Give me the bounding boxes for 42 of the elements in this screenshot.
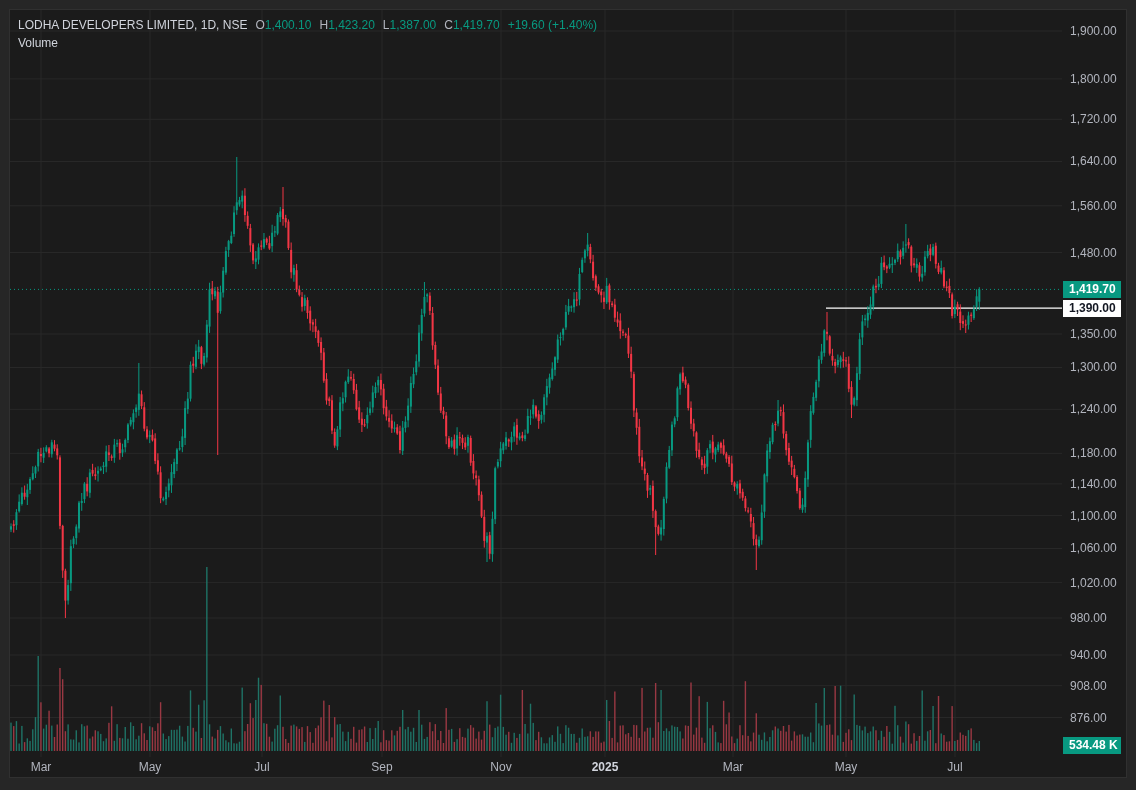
legend-symbol: LODHA DEVELOPERS LIMITED, 1D, NSE <box>18 17 248 34</box>
price-axis-label: 940.00 <box>1070 647 1107 663</box>
legend-change: +19.60 (+1.40%) <box>507 17 598 34</box>
legend-field-value: 1,423.20 <box>328 17 375 34</box>
legend-field-label: C <box>444 17 453 34</box>
price-axis-label: 908.00 <box>1070 677 1107 694</box>
price-axis-label: 1,800.00 <box>1070 70 1117 87</box>
legend-field-value: 1,387.00 <box>389 17 437 34</box>
time-axis-label: May <box>834 759 858 776</box>
time-axis-label: May <box>138 759 162 776</box>
time-axis-label: Sep <box>371 759 393 776</box>
price-axis-label: 876.00 <box>1070 709 1107 726</box>
horizontal-ray-line[interactable] <box>825 307 1062 309</box>
volume-value-tag: 534.48 K <box>1063 736 1121 754</box>
price-axis-label: 1,640.00 <box>1070 153 1117 170</box>
price-axis-label: 1,100.00 <box>1070 507 1117 524</box>
price-axis-label: 1,180.00 <box>1070 445 1117 462</box>
time-axis-label: Mar <box>722 759 744 776</box>
line-price-tag: 1,390.00 <box>1063 299 1121 317</box>
price-axis-label: 1,240.00 <box>1070 401 1117 418</box>
price-axis-label: 1,020.00 <box>1070 574 1117 591</box>
indicator-label: Volume <box>18 35 59 52</box>
price-axis-label: 980.00 <box>1070 610 1107 627</box>
last-price-tag: 1,419.70 <box>1063 280 1121 298</box>
legend-field-value: 1,400.10 <box>264 17 312 34</box>
legend-field-label: H <box>319 17 329 34</box>
price-axis-label: 1,480.00 <box>1070 244 1117 261</box>
time-axis-label: Jul <box>254 759 270 776</box>
price-axis-label: 1,350.00 <box>1070 326 1117 342</box>
legend-field-label: L <box>382 17 390 34</box>
time-axis-label: Mar <box>30 759 52 776</box>
price-axis-label: 1,300.00 <box>1070 359 1117 376</box>
time-axis-label: Jul <box>947 759 963 776</box>
price-axis-label: 1,900.00 <box>1070 23 1117 39</box>
legend-field-value: 1,419.70 <box>452 17 500 34</box>
time-axis-label: Nov <box>490 759 512 776</box>
price-axis-label: 1,060.00 <box>1070 540 1117 557</box>
price-axis-label: 1,140.00 <box>1070 475 1117 492</box>
time-axis-label: 2025 <box>591 759 619 776</box>
price-axis-label: 1,720.00 <box>1070 111 1117 128</box>
legend-field-label: O <box>255 17 265 34</box>
price-axis-label: 1,560.00 <box>1070 197 1117 214</box>
